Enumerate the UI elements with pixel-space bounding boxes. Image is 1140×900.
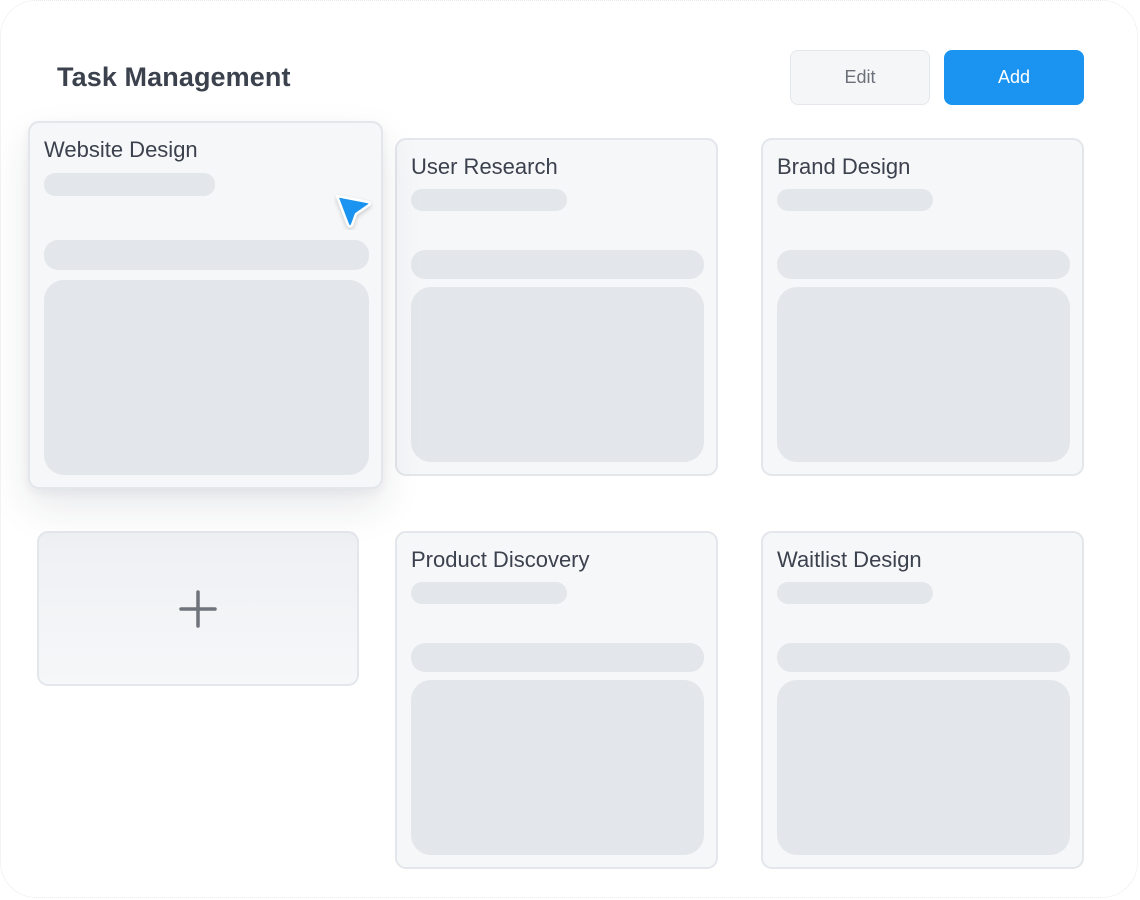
add-button[interactable]: Add	[944, 50, 1084, 105]
task-card[interactable]: Brand Design	[761, 138, 1084, 476]
placeholder-block	[777, 680, 1070, 855]
placeholder-block	[411, 680, 704, 855]
placeholder-line	[44, 173, 215, 196]
task-card[interactable]: Waitlist Design	[761, 531, 1084, 869]
placeholder-line	[411, 582, 567, 604]
placeholder-bar	[411, 643, 704, 672]
task-card[interactable]: Product Discovery	[395, 531, 718, 869]
plus-icon	[179, 589, 217, 628]
placeholder-bar	[44, 240, 369, 270]
add-task-card[interactable]	[37, 531, 359, 686]
placeholder-block	[411, 287, 704, 462]
pointer-cursor-icon	[335, 194, 372, 228]
placeholder-bar	[777, 643, 1070, 672]
placeholder-line	[777, 582, 933, 604]
task-card-dragging[interactable]: Website Design	[28, 121, 383, 489]
task-card-title: Brand Design	[777, 154, 911, 179]
placeholder-block	[44, 280, 369, 475]
task-card-title: Website Design	[44, 137, 198, 162]
task-card-title: Product Discovery	[411, 547, 590, 572]
edit-button[interactable]: Edit	[790, 50, 930, 105]
placeholder-bar	[777, 250, 1070, 279]
placeholder-block	[777, 287, 1070, 462]
placeholder-line	[777, 189, 933, 211]
task-card[interactable]: User Research	[395, 138, 718, 476]
page-title: Task Management	[57, 62, 291, 92]
placeholder-line	[411, 189, 567, 211]
task-card-title: Waitlist Design	[777, 547, 922, 572]
task-card-title: User Research	[411, 154, 558, 179]
placeholder-bar	[411, 250, 704, 279]
